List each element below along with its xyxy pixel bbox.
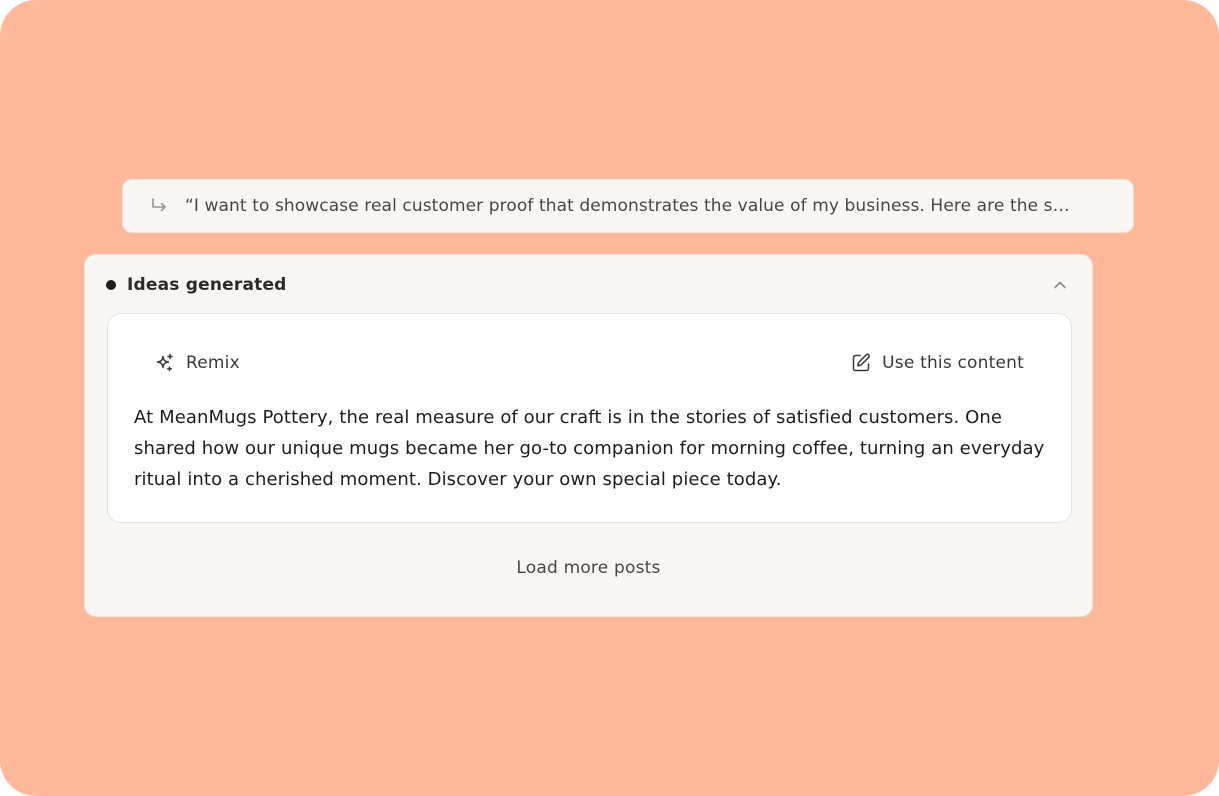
reply-arrow-icon [149, 196, 169, 216]
post-card: Remix Use this content At MeanMugs Potte… [107, 313, 1072, 523]
panel-title: Ideas generated [127, 275, 287, 295]
use-this-content-button[interactable]: Use this content [850, 350, 1024, 376]
post-text: At MeanMugs Pottery, the real measure of… [134, 407, 1045, 490]
ideas-panel: Ideas generated Remix Use this content A… [84, 254, 1093, 617]
chevron-up-icon [1054, 281, 1066, 289]
edit-icon [850, 352, 872, 374]
ideas-panel-header: Ideas generated [106, 273, 1072, 297]
load-more-button[interactable]: Load more posts [85, 558, 1092, 578]
prompt-bar: “I want to showcase real customer proof … [122, 179, 1134, 233]
remix-label: Remix [186, 353, 240, 373]
status-dot [106, 280, 116, 290]
collapse-button[interactable] [1048, 273, 1072, 297]
sparkles-icon [154, 352, 176, 374]
prompt-text: “I want to showcase real customer proof … [185, 196, 1070, 216]
app-background: “I want to showcase real customer proof … [0, 0, 1219, 796]
use-this-content-label: Use this content [882, 353, 1024, 373]
remix-button[interactable]: Remix [154, 350, 240, 376]
